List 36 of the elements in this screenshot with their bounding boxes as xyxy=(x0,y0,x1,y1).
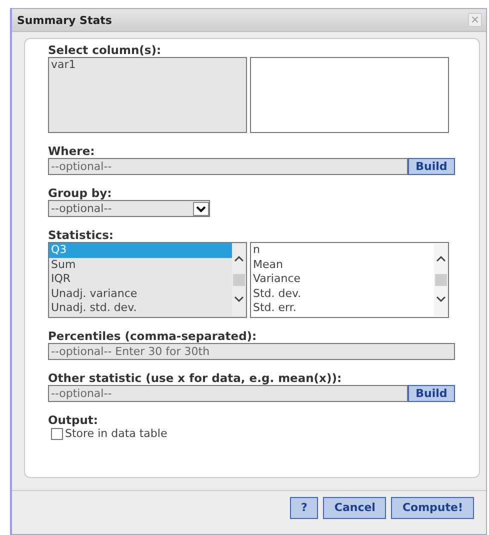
selected-column-list[interactable] xyxy=(250,57,449,133)
field-label: Select column(s): xyxy=(48,43,162,57)
list-item[interactable]: Sum xyxy=(49,258,232,272)
dialog-button[interactable]: Cancel xyxy=(323,496,386,518)
window-title: Summary Stats xyxy=(17,14,112,26)
field-label: Other statistic (use x for data, e.g. mean(x)): xyxy=(48,371,343,385)
build-button[interactable]: Build xyxy=(408,385,455,402)
checkbox[interactable] xyxy=(51,428,63,440)
build-button[interactable]: Build xyxy=(408,158,455,175)
where-field[interactable]: --optional-- xyxy=(48,158,408,175)
field-label: Group by: xyxy=(48,186,113,200)
chosen-statistics-list[interactable]: n Mean Variance Std. dev. Std. err. xyxy=(250,242,449,318)
list-item[interactable]: Mean xyxy=(251,258,434,272)
scrollbar[interactable] xyxy=(434,244,448,316)
other-statistic-field[interactable]: --optional-- xyxy=(48,385,408,402)
list-item[interactable]: Std. err. xyxy=(251,301,434,316)
list-item[interactable]: n xyxy=(251,243,434,258)
list-item[interactable]: IQR xyxy=(49,272,232,286)
percentiles-field[interactable]: --optional-- Enter 30 for 30th xyxy=(48,343,455,360)
list-item[interactable]: Unadj. variance xyxy=(49,286,232,301)
dialog-button[interactable]: Compute! xyxy=(391,496,474,518)
list-item[interactable]: Std. dev. xyxy=(251,286,434,301)
field-label: Statistics: xyxy=(48,228,115,242)
list-item[interactable]: Unadj. std. dev. xyxy=(49,301,232,316)
list-item[interactable]: Variance xyxy=(251,272,434,286)
field-label: Where: xyxy=(48,144,96,158)
field-label: Percentiles (comma-separated): xyxy=(48,329,258,343)
statistics-list[interactable]: Q3 Sum IQR Unadj. variance Unadj. std. dev. xyxy=(48,242,247,318)
dialog-button[interactable]: ? xyxy=(290,496,318,518)
group-by-dropdown[interactable]: --optional-- xyxy=(48,200,210,217)
field-label: Output: xyxy=(48,413,99,427)
checkbox-label: Store in data table xyxy=(65,427,168,440)
list-item[interactable]: var1 xyxy=(49,58,246,72)
chevron-down-icon xyxy=(193,202,209,216)
column-list[interactable]: var1 xyxy=(48,57,247,133)
scrollbar[interactable] xyxy=(232,244,246,316)
